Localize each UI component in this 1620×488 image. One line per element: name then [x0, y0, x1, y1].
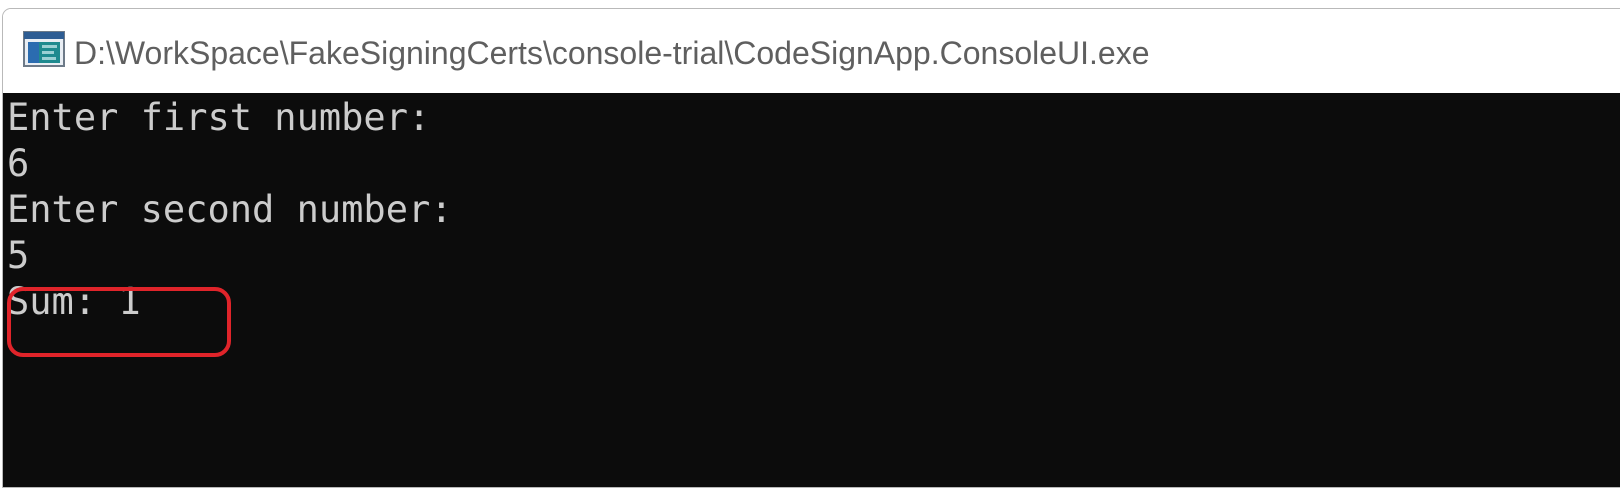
console-app-icon [23, 31, 65, 67]
console-window: D:\WorkSpace\FakeSigningCerts\console-tr… [2, 8, 1620, 488]
title-bar[interactable]: D:\WorkSpace\FakeSigningCerts\console-tr… [3, 9, 1620, 93]
sum-highlight-annotation [7, 287, 231, 357]
console-line-prompt-first: Enter first number: [7, 96, 431, 139]
console-line-prompt-second: Enter second number: [7, 188, 453, 231]
console-output-area[interactable]: Enter first number: 6 Enter second numbe… [3, 93, 1620, 487]
console-line-input-second: 5 [7, 234, 30, 277]
console-line-input-first: 6 [7, 142, 30, 185]
window-title: D:\WorkSpace\FakeSigningCerts\console-tr… [74, 35, 1150, 71]
